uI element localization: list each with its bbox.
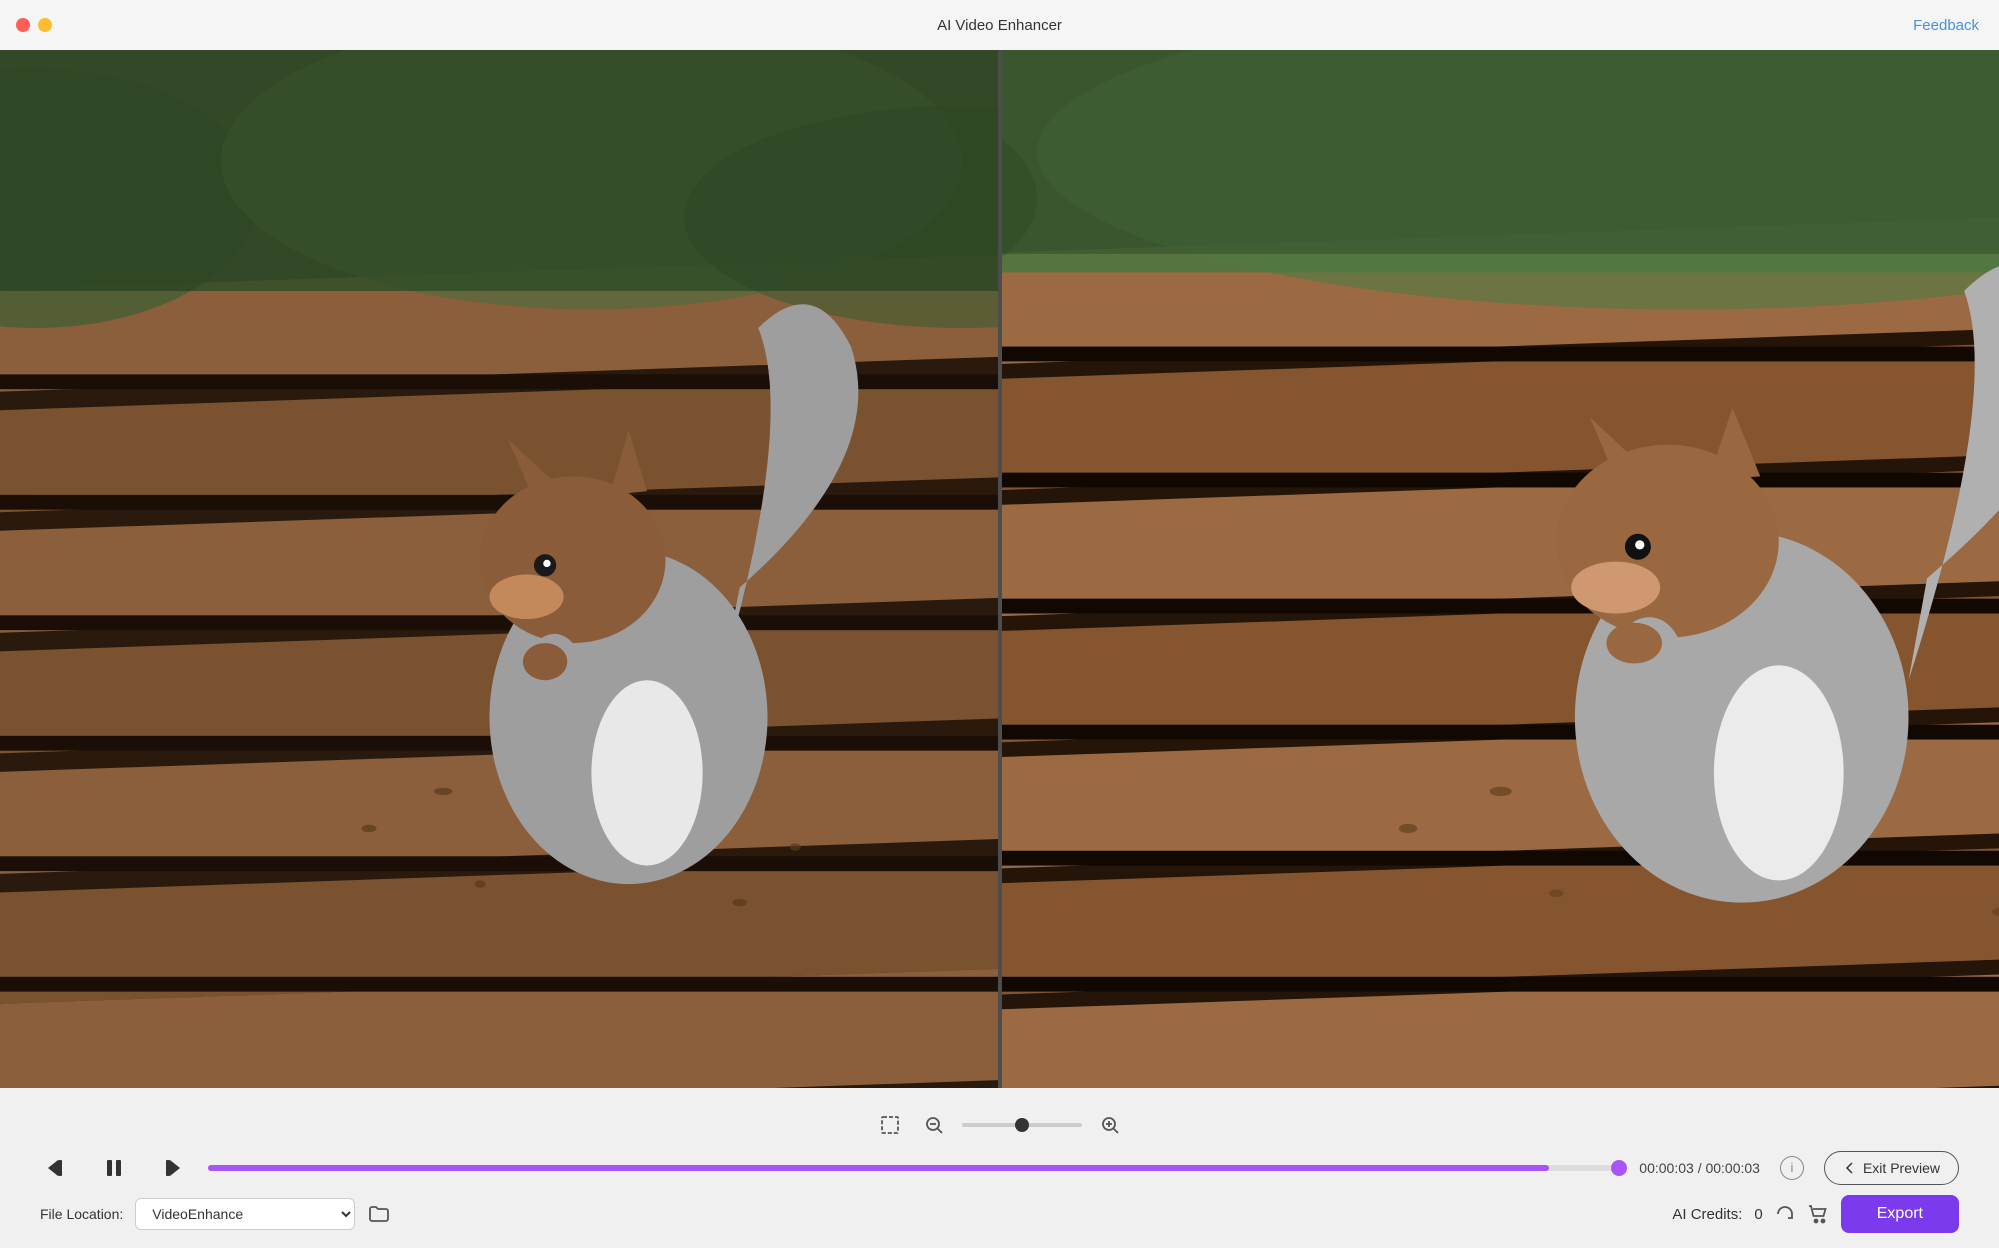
- window-controls: [16, 18, 52, 32]
- zoom-in-button[interactable]: [1094, 1109, 1126, 1141]
- ai-credits-value: 0: [1754, 1206, 1762, 1223]
- total-time: 00:00:03: [1705, 1160, 1760, 1176]
- cart-icon: [1807, 1203, 1829, 1225]
- buy-credits-button[interactable]: [1807, 1203, 1829, 1225]
- video-panel-right: [1002, 50, 1999, 1088]
- close-button[interactable]: [16, 18, 30, 32]
- file-location-select[interactable]: VideoEnhance Custom...: [135, 1198, 355, 1230]
- folder-icon: [367, 1202, 391, 1226]
- rewind-button[interactable]: [40, 1150, 76, 1186]
- video-panel-left: [0, 50, 998, 1088]
- progress-bar[interactable]: [208, 1165, 1619, 1171]
- export-button[interactable]: Export: [1841, 1195, 1959, 1233]
- exit-icon: [1843, 1161, 1857, 1175]
- zoom-out-button[interactable]: [918, 1109, 950, 1141]
- fit-screen-button[interactable]: [874, 1109, 906, 1141]
- zoom-controls-row: [874, 1109, 1126, 1141]
- file-location-label: File Location:: [40, 1206, 123, 1222]
- open-folder-button[interactable]: [367, 1202, 391, 1226]
- playback-row: 00:00:03 / 00:00:03 i Exit Preview: [30, 1150, 1969, 1186]
- controls-area: 00:00:03 / 00:00:03 i Exit Preview File …: [0, 1088, 1999, 1248]
- info-button[interactable]: i: [1780, 1156, 1804, 1180]
- zoom-slider-thumb: [1015, 1118, 1029, 1132]
- current-time: 00:00:03: [1639, 1160, 1694, 1176]
- minimize-button[interactable]: [38, 18, 52, 32]
- zoom-slider[interactable]: [962, 1123, 1082, 1127]
- video-divider: [998, 50, 1002, 1088]
- ai-credits-label: AI Credits:: [1672, 1206, 1742, 1223]
- pause-button[interactable]: [96, 1150, 132, 1186]
- progress-thumb: [1611, 1160, 1627, 1176]
- exit-preview-button[interactable]: Exit Preview: [1824, 1151, 1959, 1185]
- bottom-row: File Location: VideoEnhance Custom... AI…: [30, 1195, 1969, 1233]
- refresh-credits-button[interactable]: [1775, 1204, 1795, 1224]
- progress-fill: [208, 1165, 1549, 1171]
- app-title: AI Video Enhancer: [937, 17, 1062, 34]
- time-display: 00:00:03 / 00:00:03: [1639, 1160, 1760, 1176]
- feedback-link[interactable]: Feedback: [1913, 17, 1979, 34]
- video-container: [0, 50, 1999, 1088]
- file-location-group: File Location: VideoEnhance Custom...: [40, 1198, 391, 1230]
- step-forward-button[interactable]: [152, 1150, 188, 1186]
- refresh-icon: [1775, 1204, 1795, 1224]
- ai-credits-group: AI Credits: 0 Export: [1672, 1195, 1959, 1233]
- video-split: [0, 50, 1999, 1088]
- titlebar: AI Video Enhancer Feedback: [0, 0, 1999, 50]
